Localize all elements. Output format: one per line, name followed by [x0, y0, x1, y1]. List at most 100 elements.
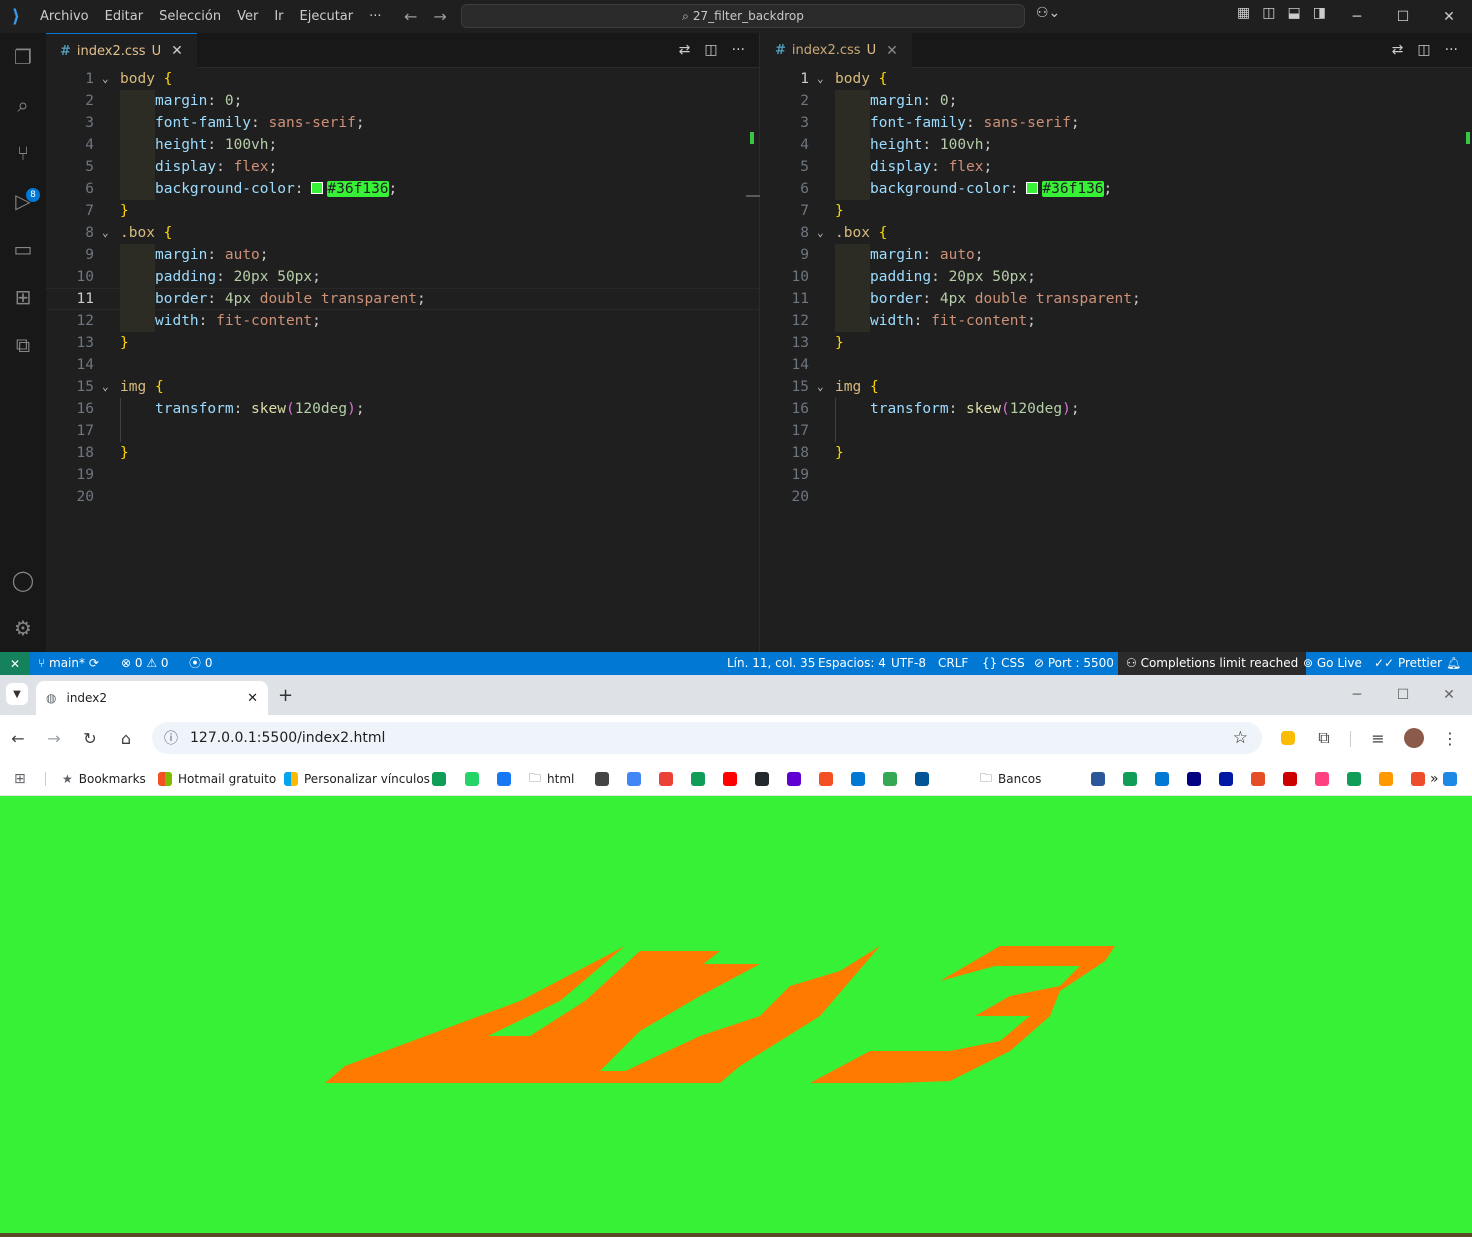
chrome-menu-icon[interactable]: ⋮: [1439, 727, 1461, 749]
bookmark-favicon[interactable]: [432, 771, 446, 787]
code-line[interactable]: 7}: [761, 200, 1472, 222]
code-line[interactable]: 2 margin: 0;: [761, 90, 1472, 112]
run-debug-icon[interactable]: ▷: [8, 186, 38, 216]
ports-indicator[interactable]: ⦿ 0: [189, 652, 212, 675]
bookmark-favicon[interactable]: [819, 771, 833, 787]
code-line[interactable]: 4 height: 100vh;: [761, 134, 1472, 156]
menu-ejecutar[interactable]: Ejecutar: [292, 9, 362, 24]
code-line[interactable]: 5 display: flex;: [46, 156, 759, 178]
more-actions-icon[interactable]: ···: [1445, 42, 1458, 58]
forward-icon[interactable]: →: [43, 727, 65, 749]
media-controls-icon[interactable]: ≡: [1367, 727, 1389, 749]
chrome-tab-index2[interactable]: ◍ index2 ✕: [36, 681, 268, 715]
code-line[interactable]: 16 transform: skew(120deg);: [761, 398, 1472, 420]
code-line[interactable]: 1 ⌄ body {: [46, 68, 759, 90]
chrome-close-icon[interactable]: ✕: [1426, 675, 1472, 715]
address-bar[interactable]: ⓘ 127.0.0.1:5500/index2.html ☆: [152, 722, 1262, 754]
remote-indicator-icon[interactable]: ✕: [0, 652, 30, 675]
bookmark-favicon[interactable]: [1411, 771, 1425, 787]
bookmark-favicon[interactable]: [915, 771, 929, 787]
code-line[interactable]: 9 margin: auto;: [46, 244, 759, 266]
cursor-position[interactable]: Lín. 11, col. 35: [727, 652, 815, 675]
code-line[interactable]: 10 padding: 20px 50px;: [761, 266, 1472, 288]
code-line[interactable]: 15 ⌄ img {: [761, 376, 1472, 398]
copilot-icon[interactable]: ⚇⌄: [1036, 5, 1060, 21]
code-line[interactable]: 1 ⌄ body {: [761, 68, 1472, 90]
bookmark-folder-bancos[interactable]: 🗀︎ Bancos: [980, 771, 1041, 787]
left-code-area[interactable]: 1 ⌄ body {2 margin: 0; 3 font-family: sans-se…: [46, 68, 759, 652]
encoding[interactable]: UTF-8: [891, 652, 926, 675]
code-line[interactable]: 16 transform: skew(120deg);: [46, 398, 759, 420]
toggle-secondary-sidebar-icon[interactable]: ◨: [1313, 5, 1326, 21]
source-control-icon[interactable]: ⑂: [8, 138, 38, 168]
bookmark-hotmail[interactable]: Hotmail gratuito: [158, 771, 276, 787]
tab-search-chevron-icon[interactable]: ▼: [6, 683, 28, 705]
bookmark-favicon[interactable]: [1443, 771, 1457, 787]
code-line[interactable]: 19: [46, 464, 759, 486]
code-line[interactable]: 18}: [761, 442, 1472, 464]
fold-chevron-icon[interactable]: ⌄: [102, 222, 109, 244]
maximize-icon[interactable]: ☐: [1380, 0, 1426, 33]
language-mode[interactable]: {} CSS: [982, 652, 1025, 675]
code-line[interactable]: 10 padding: 20px 50px;: [46, 266, 759, 288]
code-line[interactable]: 2 margin: 0;: [46, 90, 759, 112]
fold-chevron-icon[interactable]: ⌄: [102, 68, 109, 90]
code-line[interactable]: 5 display: flex;: [761, 156, 1472, 178]
color-swatch[interactable]: [311, 182, 324, 194]
chrome-tab-close-icon[interactable]: ✕: [247, 691, 258, 706]
bookmark-favicon[interactable]: [1251, 771, 1265, 787]
bookmark-favicon[interactable]: [1219, 771, 1233, 787]
code-line[interactable]: 15 ⌄ img {: [46, 376, 759, 398]
code-line[interactable]: 17: [761, 420, 1472, 442]
bookmark-favicon[interactable]: [497, 771, 511, 787]
reload-icon[interactable]: ↻: [79, 727, 101, 749]
bookmark-favicon[interactable]: [1155, 771, 1169, 787]
prettier-status[interactable]: ✓✓ Prettier: [1374, 652, 1442, 675]
copilot-menu[interactable]: ⚇⌄: [1036, 5, 1060, 21]
code-line[interactable]: 11 border: 4px double transparent;: [761, 288, 1472, 310]
profile-avatar[interactable]: [1403, 727, 1425, 749]
compare-changes-icon[interactable]: ⇄: [679, 42, 691, 58]
bookmark-personalizar[interactable]: Personalizar vínculos: [284, 771, 430, 787]
code-line[interactable]: 4 height: 100vh;: [46, 134, 759, 156]
live-server-port[interactable]: ⊘ Port : 5500: [1034, 652, 1114, 675]
search-view-icon[interactable]: ⌕: [8, 90, 38, 120]
menu-ver[interactable]: Ver: [229, 9, 266, 24]
bookmark-favicon[interactable]: [1283, 771, 1297, 787]
menu-editar[interactable]: Editar: [97, 9, 152, 24]
code-line[interactable]: 9 margin: auto;: [761, 244, 1472, 266]
bookmark-star-icon[interactable]: ☆: [1233, 728, 1248, 748]
code-line[interactable]: 12 width: fit-content;: [46, 310, 759, 332]
customize-layout-icon[interactable]: ▦: [1237, 5, 1250, 21]
bookmark-favicon[interactable]: [883, 771, 897, 787]
toggle-panel-icon[interactable]: ⬓: [1287, 5, 1300, 21]
split-editor-icon[interactable]: ◫: [1417, 42, 1430, 58]
split-editor-icon[interactable]: ◫: [704, 42, 717, 58]
bookmark-favicon[interactable]: [1091, 771, 1105, 787]
code-line[interactable]: 13}: [761, 332, 1472, 354]
site-info-icon[interactable]: ⓘ: [164, 728, 178, 748]
bookmark-favicon[interactable]: [627, 771, 641, 787]
bookmark-favicon[interactable]: [595, 771, 609, 787]
code-line[interactable]: 8 ⌄ .box {: [761, 222, 1472, 244]
code-line[interactable]: 14: [761, 354, 1472, 376]
back-icon[interactable]: ←: [7, 727, 29, 749]
command-center[interactable]: ⌕ 27_filter_backdrop: [461, 4, 1025, 28]
end-of-line[interactable]: CRLF: [938, 652, 968, 675]
code-line[interactable]: 6 background-color: #36f136;: [46, 178, 759, 200]
problems-indicator[interactable]: ⊗ 0 ⚠ 0: [121, 652, 169, 675]
more-actions-icon[interactable]: ···: [732, 42, 745, 58]
go-live-button[interactable]: ⊚ Go Live: [1303, 652, 1362, 675]
left-tab-index2-css[interactable]: # index2.css U ✕: [46, 33, 197, 68]
account-icon[interactable]: ◯: [8, 565, 38, 595]
right-tab-index2-css[interactable]: # index2.css U ✕: [761, 33, 912, 68]
menu-ir[interactable]: Ir: [266, 9, 291, 24]
apps-grid-icon[interactable]: ⊞: [14, 771, 26, 787]
indentation[interactable]: Espacios: 4: [818, 652, 886, 675]
back-arrow-icon[interactable]: ←: [404, 7, 417, 26]
bookmark-favicon[interactable]: [464, 771, 479, 787]
right-code-area[interactable]: 1 ⌄ body {2 margin: 0; 3 font-family: sans-se…: [761, 68, 1472, 652]
code-line[interactable]: 6 background-color: #36f136;: [761, 178, 1472, 200]
extension-yellow-icon[interactable]: [1277, 727, 1299, 749]
tab-close-icon[interactable]: ✕: [171, 43, 183, 59]
